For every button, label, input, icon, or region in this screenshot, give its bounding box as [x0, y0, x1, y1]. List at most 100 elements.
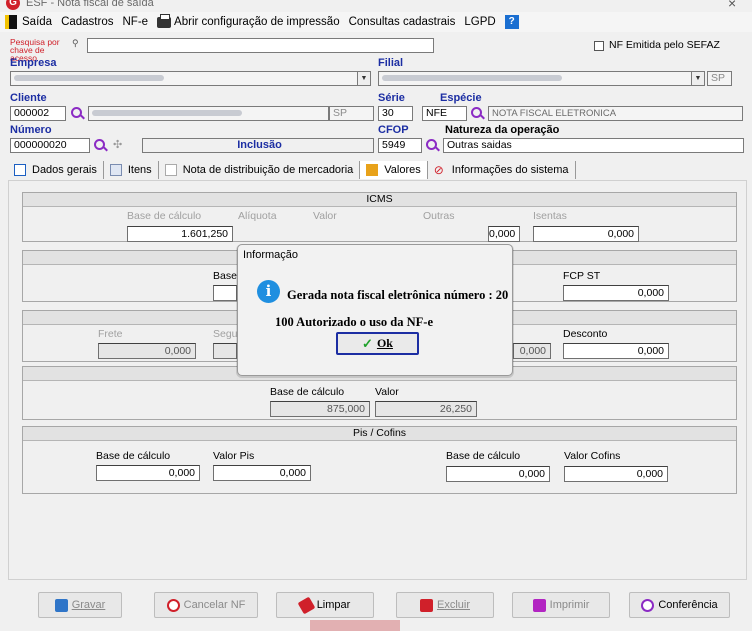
icms-outras-label: Outras — [423, 210, 455, 222]
desconto-input[interactable]: 0,000 — [563, 343, 669, 359]
seguro-label: Segu — [213, 328, 238, 340]
cofins-valor-input[interactable]: 0,000 — [564, 466, 668, 482]
limpar-button[interactable]: Limpar — [276, 592, 374, 618]
info-dialog: Informação i Gerada nota fiscal eletrôni… — [237, 244, 513, 376]
icms-isentas-input[interactable]: 0,000 — [533, 226, 639, 242]
tab-itens[interactable]: Itens — [104, 161, 159, 179]
natureza-label: Natureza da operação — [445, 124, 560, 136]
especie-search-icon[interactable] — [471, 107, 482, 118]
ipi-base-input[interactable]: 875,000 — [270, 401, 370, 417]
excluir-label: Excluir — [436, 599, 470, 611]
tab-bar: Dados gerais Itens Nota de distribuição … — [8, 160, 748, 180]
tab-dados-gerais[interactable]: Dados gerais — [8, 161, 104, 179]
cancelar-label: Cancelar NF — [183, 599, 246, 611]
ipi-valor-input[interactable]: 26,250 — [375, 401, 477, 417]
filial-label: Filial — [378, 57, 404, 69]
ok-button[interactable]: ✓ Ok — [336, 332, 419, 355]
check-icon: ✓ — [362, 335, 373, 351]
mode-indicator: Inclusão — [142, 138, 374, 153]
pis-cofins-section: Pis / Cofins Base de cálculo 0,000 Valor… — [22, 426, 737, 494]
search-icon — [641, 598, 655, 612]
menu-saida[interactable]: Saída — [22, 16, 52, 28]
outras-despesas-input[interactable]: 0,000 — [513, 343, 551, 359]
gravar-label: Gravar — [71, 599, 106, 611]
excluir-button[interactable]: Excluir — [396, 592, 494, 618]
cfop-label: CFOP — [378, 124, 409, 136]
search-key-input[interactable] — [87, 38, 434, 53]
serie-input[interactable]: 30 — [378, 106, 413, 121]
imprimir-button[interactable]: Imprimir — [512, 592, 610, 618]
system-icon: ⊘ — [433, 163, 444, 177]
icms-base-label: Base de cálculo — [127, 210, 202, 222]
sefaz-checkbox[interactable] — [594, 41, 604, 51]
st-base-input[interactable] — [213, 285, 237, 301]
menu-nfe[interactable]: NF-e — [122, 16, 148, 28]
tab-info-sistema-label: Informações do sistema — [451, 164, 569, 176]
tab-info-sistema[interactable]: ⊘ Informações do sistema — [428, 161, 576, 179]
info-icon: i — [257, 280, 280, 303]
move-icon[interactable]: ✣ — [113, 138, 122, 151]
dialog-title: Informação — [243, 249, 299, 261]
ok-label: Ok — [376, 336, 393, 350]
printer-icon — [532, 598, 546, 612]
cfop-input[interactable]: 5949 — [378, 138, 422, 153]
cliente-code-input[interactable]: 000002 — [10, 106, 66, 121]
especie-code-input[interactable]: NFE — [422, 106, 467, 121]
close-icon[interactable]: × — [728, 0, 736, 11]
conferencia-button[interactable]: Conferência — [629, 592, 730, 618]
menu-cadastros[interactable]: Cadastros — [61, 16, 113, 28]
menu-lgpd[interactable]: LGPD — [464, 16, 495, 28]
background-logo-fragment — [310, 620, 400, 631]
dialog-status: 100 Autorizado o uso da NF-e — [275, 315, 433, 329]
frete-input[interactable]: 0,000 — [98, 343, 196, 359]
limpar-label: Limpar — [316, 599, 351, 611]
app-logo-icon: G — [6, 0, 20, 10]
pis-base-input[interactable]: 0,000 — [96, 465, 200, 481]
dialog-message: Gerada nota fiscal eletrônica número : 2… — [287, 288, 509, 302]
icms-base-input[interactable]: 1.601,250 — [127, 226, 233, 242]
icms-isentas-label: Isentas — [533, 210, 567, 222]
key-icon: ⚲ — [72, 38, 79, 48]
st-fcp-input[interactable]: 0,000 — [563, 285, 669, 301]
cliente-uf: SP — [329, 106, 374, 121]
sefaz-checkbox-label: NF Emitida pelo SEFAZ — [609, 39, 720, 51]
pis-valor-input[interactable]: 0,000 — [213, 465, 311, 481]
icms-valor-label: Valor — [313, 210, 337, 222]
filial-dropdown-icon[interactable]: ▼ — [691, 71, 705, 86]
filial-select[interactable] — [378, 71, 692, 86]
desconto-label: Desconto — [563, 328, 608, 340]
cfop-search-icon[interactable] — [426, 139, 437, 150]
especie-desc-field: NOTA FISCAL ELETRONICA — [488, 106, 743, 121]
gravar-button[interactable]: Gravar — [38, 592, 122, 618]
icms-section: ICMS Base de cálculo 1.601,250 Alíquota … — [22, 192, 737, 242]
menu-app-icon — [5, 15, 17, 29]
icms-aliquota-label: Alíquota — [238, 210, 277, 222]
numero-label: Número — [10, 124, 52, 136]
eraser-icon — [297, 596, 316, 614]
icms-outras-input[interactable]: 0,000 — [488, 226, 520, 242]
numero-search-icon[interactable] — [94, 139, 105, 150]
seguro-input[interactable] — [213, 343, 237, 359]
tab-distribuicao[interactable]: Nota de distribuição de mercadoria — [159, 161, 361, 179]
help-icon[interactable]: ? — [504, 15, 519, 29]
cliente-search-icon[interactable] — [71, 107, 82, 118]
filial-uf: SP — [707, 71, 732, 86]
empresa-label: Empresa — [10, 57, 57, 69]
imprimir-label: Imprimir — [549, 599, 590, 611]
empresa-dropdown-icon[interactable]: ▼ — [357, 71, 371, 86]
menu-print-config[interactable]: Abrir configuração de impressão — [157, 13, 340, 28]
st-base-label: Base — [213, 270, 237, 282]
natureza-input[interactable]: Outras saidas — [443, 138, 744, 153]
cancelar-nf-button[interactable]: Cancelar NF — [154, 592, 258, 618]
numero-input[interactable]: 000000020 — [10, 138, 90, 153]
tab-dados-gerais-label: Dados gerais — [32, 164, 97, 176]
printer-icon — [157, 13, 172, 28]
cofins-base-label: Base de cálculo — [446, 450, 521, 462]
conferencia-label: Conferência — [658, 599, 718, 611]
icms-aliquota-input[interactable] — [271, 226, 275, 242]
empresa-select[interactable] — [10, 71, 358, 86]
menu-consultas[interactable]: Consultas cadastrais — [349, 16, 456, 28]
tab-valores[interactable]: Valores — [360, 161, 428, 179]
menu-bar: Saída Cadastros NF-e Abrir configuração … — [0, 12, 752, 32]
cofins-base-input[interactable]: 0,000 — [446, 466, 550, 482]
